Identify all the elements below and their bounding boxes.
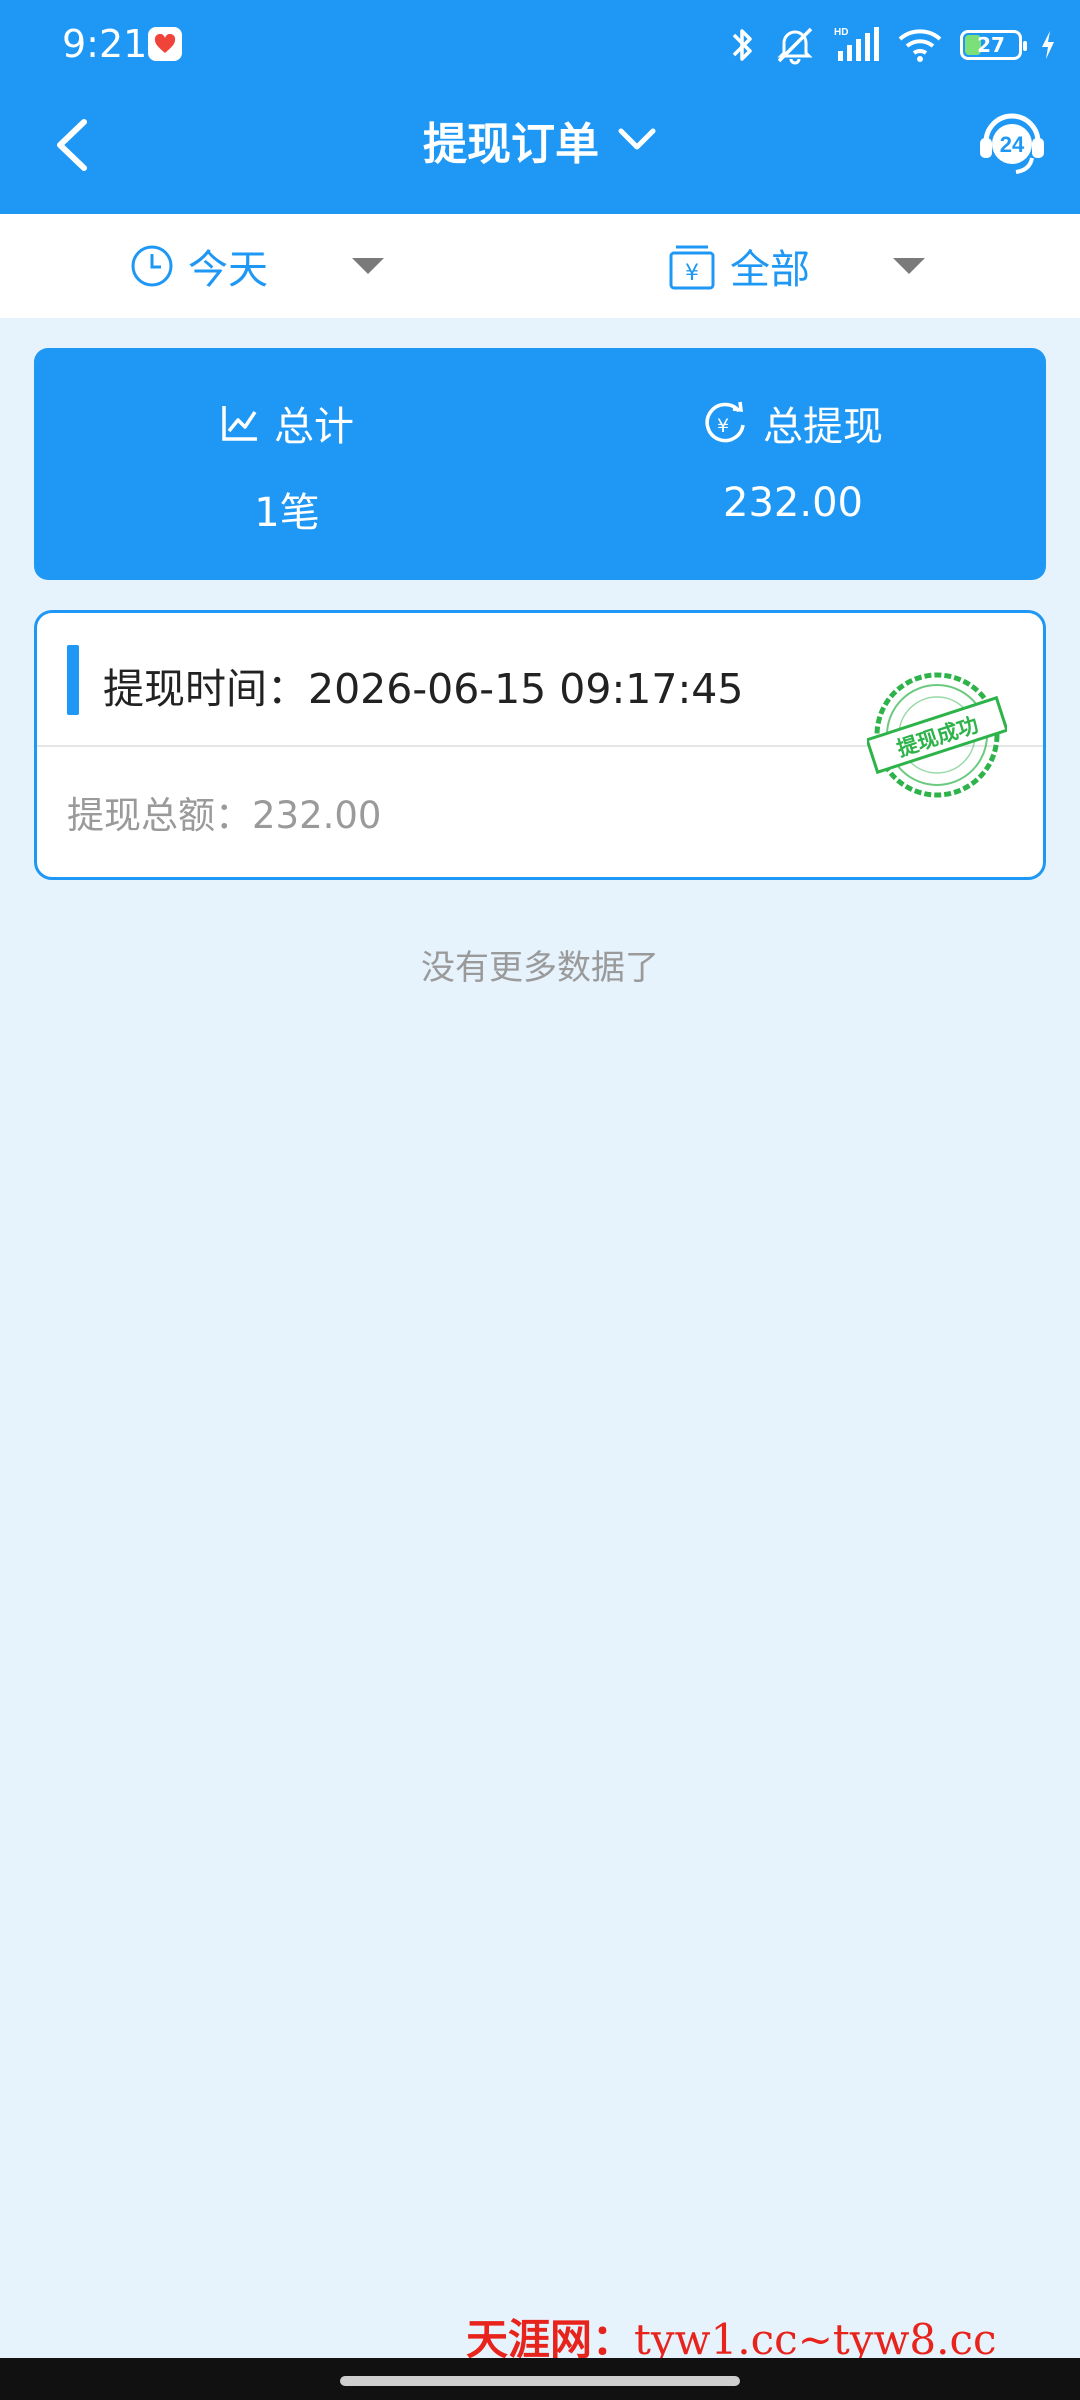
signal-icon: HD [834, 27, 879, 61]
watermark-urls: tyw1.cc~tyw8.cc [634, 2315, 997, 2364]
order-amount: 提现总额：232.00 [67, 794, 382, 837]
filter-bar: 今天 ¥ 全部 [0, 214, 1080, 318]
clock-icon [131, 245, 173, 287]
date-filter-label: 今天 [188, 247, 268, 293]
type-filter[interactable]: ¥ 全部 [668, 214, 810, 318]
yuan-wallet-icon: ¥ [669, 245, 715, 290]
summary-withdraw: ¥ 总提现 232.00 [540, 348, 1046, 580]
list-end-text: 没有更多数据了 [421, 948, 659, 988]
order-card[interactable]: 提现时间：2026-06-15 09:17:45 提现总额：232.00 提现成… [34, 610, 1046, 880]
battery-level: 27 [977, 33, 1005, 57]
type-filter-label: 全部 [730, 247, 810, 293]
status-icons: HD 27 [728, 20, 1056, 70]
summary-total-value: 1笔 [254, 490, 320, 536]
summary-card: 总计 1笔 ¥ 总提现 232.00 [34, 348, 1046, 580]
watermark-brand: 天涯网： [466, 2315, 635, 2364]
svg-text:¥: ¥ [717, 415, 729, 437]
date-filter-caret-icon[interactable] [352, 258, 384, 274]
yuan-refresh-icon: ¥ [705, 401, 745, 443]
svg-text:¥: ¥ [685, 261, 699, 286]
mute-vibrate-icon [777, 27, 813, 65]
bluetooth-icon [732, 29, 752, 61]
home-indicator[interactable] [340, 2376, 740, 2386]
nav-bar: 提现订单 24 [0, 90, 1080, 214]
summary-total-label: 总计 [274, 404, 354, 450]
success-stamp: 提现成功 [867, 672, 1007, 798]
order-accent-bar [67, 645, 79, 715]
summary-total: 总计 1笔 [34, 348, 540, 580]
health-app-icon [148, 27, 182, 61]
chevron-down-icon [618, 128, 656, 150]
svg-text:24: 24 [1000, 132, 1025, 157]
charging-icon [1042, 31, 1054, 59]
page-title-dropdown[interactable]: 提现订单 [0, 108, 1080, 172]
status-time: 9:21 [62, 22, 148, 66]
wifi-icon [898, 29, 942, 62]
top-bar: 9:21 HD 27 提现订单 24 [0, 0, 1080, 214]
battery-icon: 27 [960, 30, 1027, 60]
support-24-icon: 24 [980, 113, 1044, 174]
customer-service-button[interactable]: 24 [974, 102, 1050, 178]
trend-chart-icon [222, 406, 257, 441]
date-filter[interactable]: 今天 [130, 214, 268, 318]
summary-withdraw-label: 总提现 [763, 404, 883, 450]
status-bar: 9:21 HD 27 [0, 0, 1080, 90]
gesture-bar [0, 2358, 1080, 2400]
svg-text:HD: HD [834, 27, 848, 38]
type-filter-caret-icon[interactable] [893, 258, 925, 274]
summary-withdraw-value: 232.00 [723, 480, 863, 526]
page-title: 提现订单 [423, 119, 599, 170]
order-time: 提现时间：2026-06-15 09:17:45 [103, 665, 744, 713]
